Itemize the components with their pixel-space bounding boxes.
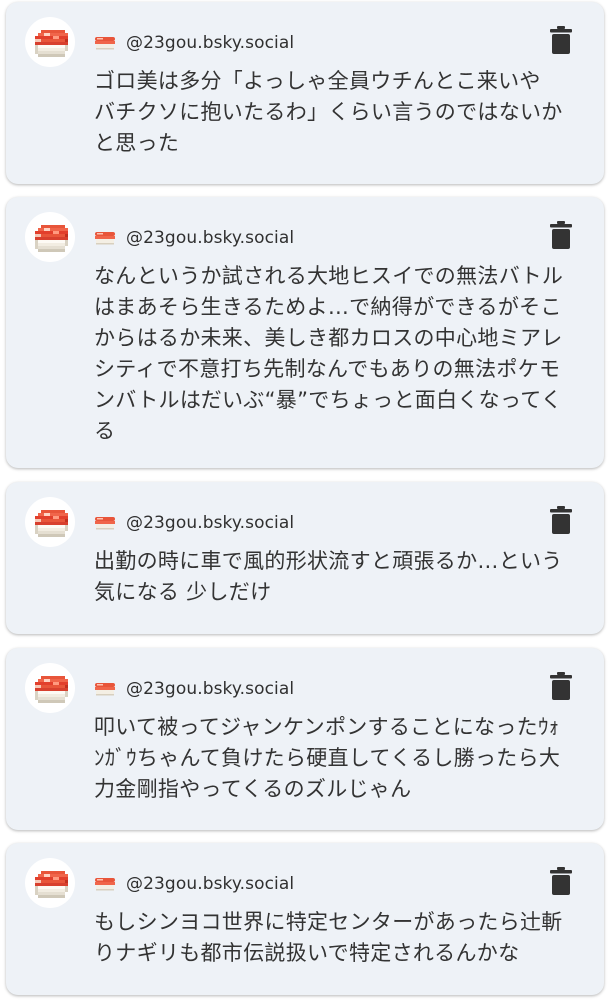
trash-icon (550, 867, 572, 895)
author-handle[interactable]: @23gou.bsky.social (126, 33, 294, 53)
author-handle[interactable]: @23gou.bsky.social (126, 513, 294, 533)
author-handle[interactable]: @23gou.bsky.social (126, 228, 294, 248)
author-handle[interactable]: @23gou.bsky.social (126, 679, 294, 699)
sushi-avatar-icon (35, 676, 68, 703)
post-card[interactable]: @23gou.bsky.social もしシンヨコ世界に特定センターがあったら辻… (6, 843, 604, 995)
post-card[interactable]: @23gou.bsky.social 出勤の時に車で風的形状流すと頑張るか…とい… (6, 482, 604, 634)
post-text: もしシンヨコ世界に特定センターがあったら辻斬 りナギリも都市伝説扱いで特定される… (94, 910, 563, 965)
avatar[interactable] (25, 497, 75, 547)
author-row: @23gou.bsky.social (94, 225, 294, 251)
post-text: 叩いて被ってジャンケンポンすることになったｳｫ ﾝｶﾞｳちゃんて負けたら硬直して… (94, 715, 561, 801)
delete-button[interactable] (550, 672, 572, 700)
delete-button[interactable] (550, 506, 572, 534)
author-row: @23gou.bsky.social (94, 510, 294, 536)
avatar[interactable] (25, 17, 75, 67)
delete-button[interactable] (550, 26, 572, 54)
author-row: @23gou.bsky.social (94, 30, 294, 56)
delete-button[interactable] (550, 221, 572, 249)
avatar[interactable] (25, 858, 75, 908)
post-text: ゴロ美は多分「よっしゃ全員ウチんとこ来いや バチクソに抱いたるわ」くらい言うので… (94, 69, 563, 155)
post-card[interactable]: @23gou.bsky.social ゴロ美は多分「よっしゃ全員ウチんとこ来いや… (6, 2, 604, 184)
trash-icon (550, 26, 572, 54)
sushi-avatar-icon (35, 510, 68, 537)
post-text: なんというか試される大地ヒスイでの無法バトル はまあそら生きるためよ…で納得がで… (94, 264, 564, 443)
trash-icon (550, 221, 572, 249)
sushi-avatar-icon (35, 871, 68, 898)
post-card[interactable]: @23gou.bsky.social なんというか試される大地ヒスイでの無法バト… (6, 197, 604, 468)
sushi-icon (94, 876, 116, 892)
post-feed: @23gou.bsky.social ゴロ美は多分「よっしゃ全員ウチんとこ来いや… (0, 0, 611, 1000)
trash-icon (550, 506, 572, 534)
trash-icon (550, 672, 572, 700)
avatar[interactable] (25, 212, 75, 262)
author-row: @23gou.bsky.social (94, 676, 294, 702)
sushi-avatar-icon (35, 225, 68, 252)
post-card[interactable]: @23gou.bsky.social 叩いて被ってジャンケンポンすることになった… (6, 648, 604, 830)
author-handle[interactable]: @23gou.bsky.social (126, 874, 294, 894)
delete-button[interactable] (550, 867, 572, 895)
sushi-icon (94, 230, 116, 246)
sushi-icon (94, 681, 116, 697)
sushi-icon (94, 35, 116, 51)
author-row: @23gou.bsky.social (94, 871, 294, 897)
sushi-avatar-icon (35, 30, 68, 57)
sushi-icon (94, 515, 116, 531)
post-text: 出勤の時に車で風的形状流すと頑張るか…という 気になる 少しだけ (94, 549, 563, 604)
avatar[interactable] (25, 663, 75, 713)
